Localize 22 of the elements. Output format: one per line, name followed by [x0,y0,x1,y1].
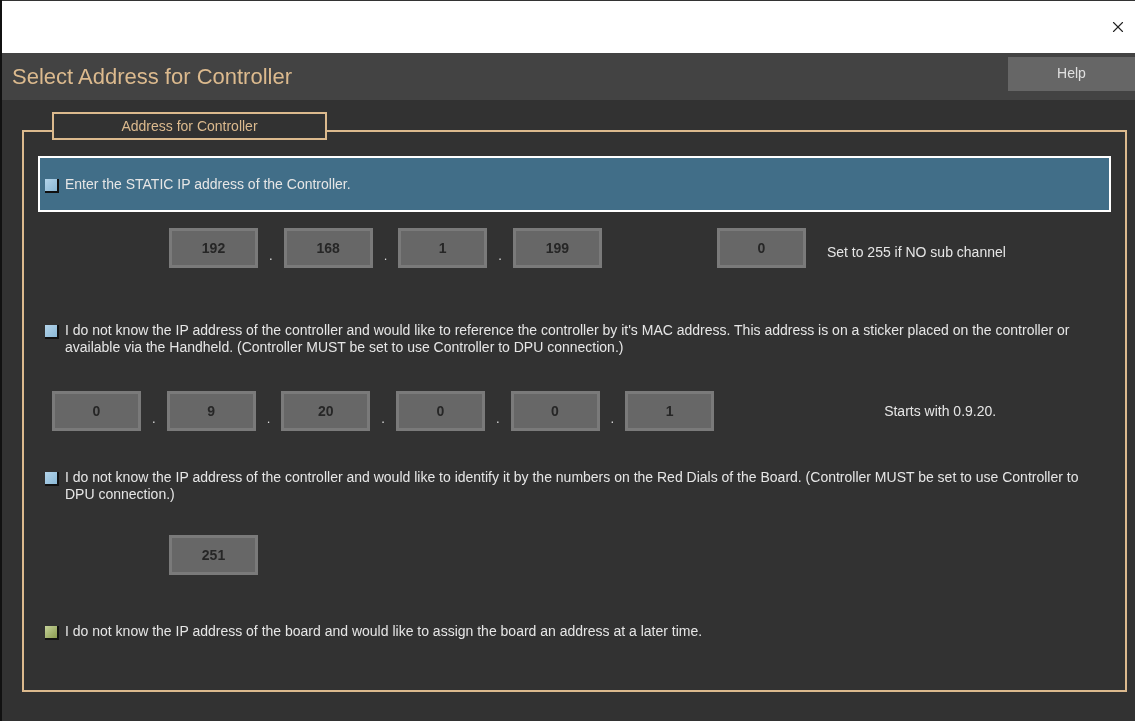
checkbox[interactable] [45,626,59,640]
group-legend: Address for Controller [52,112,327,140]
option-label: I do not know the IP address of the controller and would like to identify it by the numbers on the Red Dials of the Board. (Controller MUST be set to use Controller to DPU connection.) [65,469,1080,503]
separator-dot: . [495,412,500,425]
window-title: Select Address for Controller [11,63,293,91]
help-button[interactable]: Help [1008,56,1135,91]
checkbox[interactable] [45,472,59,486]
checkbox[interactable] [45,178,59,193]
separator-dot: . [152,412,156,425]
separator-dot: . [269,249,273,262]
hint-text: Starts with 0.9.20. [884,401,997,421]
hint-text: Set to 255 if NO sub channel [826,242,1006,262]
option-highlight[interactable]: Enter the STATIC IP address of the Controller. [38,156,1111,212]
separator-dot: . [498,249,502,262]
separator-dot: . [266,412,271,425]
option-label: I do not know the IP address of the controller and would like to reference the controller by it's MAC address. This address is on a sticker placed on the controller or available via the Handheld. (Controller MUST be set to use Controller to DPU connection.) [65,322,1071,356]
checkbox[interactable] [45,325,59,339]
option-label: Enter the STATIC IP address of the Controller. [65,175,351,193]
separator-dot: . [381,412,385,425]
separator-dot: . [610,412,615,425]
option-label: I do not know the IP address of the board and would like to assign the board an address at a later time. [65,623,703,640]
separator-dot: . [383,249,388,262]
